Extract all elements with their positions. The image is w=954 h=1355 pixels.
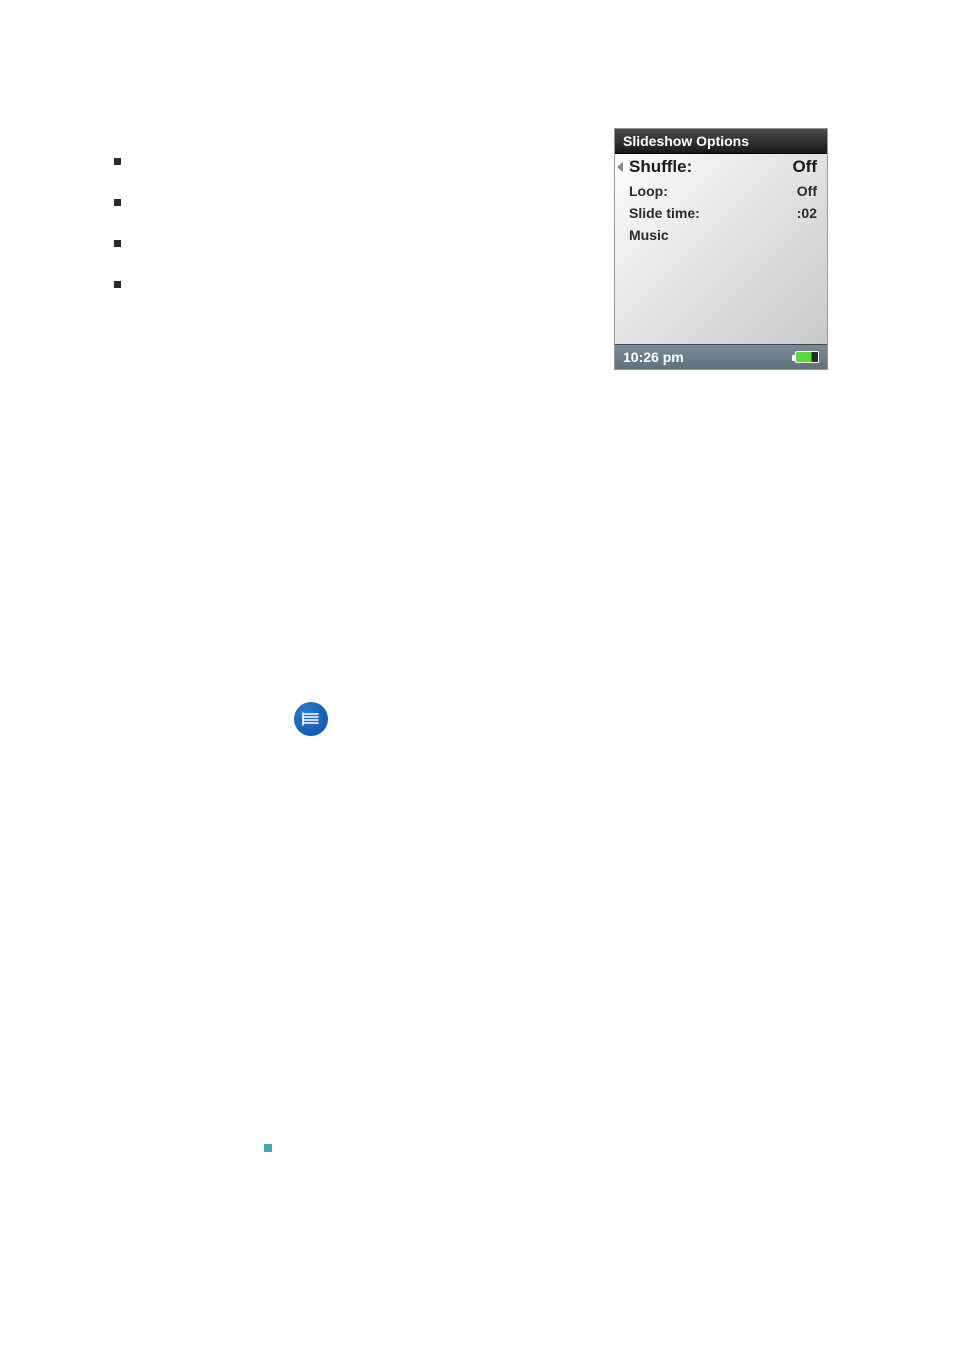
bullet-list	[114, 158, 121, 322]
small-square-marker	[264, 1144, 272, 1152]
device-clock: 10:26 pm	[623, 349, 684, 365]
menu-label: Shuffle:	[629, 157, 692, 177]
bullet-item	[114, 281, 121, 288]
menu-label: Slide time:	[629, 205, 700, 221]
battery-icon	[795, 351, 819, 363]
menu-value: :02	[797, 205, 817, 221]
note-icon	[294, 702, 328, 736]
menu-row-music[interactable]: Music	[615, 224, 827, 246]
selection-arrow-icon	[617, 162, 623, 172]
device-title-bar: Slideshow Options	[615, 129, 827, 154]
bullet-item	[114, 158, 121, 165]
menu-row-shuffle[interactable]: Shuffle: Off	[615, 154, 827, 180]
slideshow-options-screenshot: Slideshow Options Shuffle: Off Loop: Off…	[614, 128, 828, 370]
device-menu: Shuffle: Off Loop: Off Slide time: :02 M…	[615, 154, 827, 344]
menu-value: Off	[797, 183, 817, 199]
device-title: Slideshow Options	[623, 133, 749, 149]
document-page: Slideshow Options Shuffle: Off Loop: Off…	[0, 0, 954, 1355]
bullet-item	[114, 199, 121, 206]
menu-value: Off	[792, 157, 817, 177]
device-status-bar: 10:26 pm	[615, 344, 827, 369]
note-lines-icon	[302, 712, 320, 726]
menu-row-slide-time[interactable]: Slide time: :02	[615, 202, 827, 224]
bullet-item	[114, 240, 121, 247]
menu-label: Loop:	[629, 183, 668, 199]
menu-label: Music	[629, 227, 669, 243]
menu-row-loop[interactable]: Loop: Off	[615, 180, 827, 202]
